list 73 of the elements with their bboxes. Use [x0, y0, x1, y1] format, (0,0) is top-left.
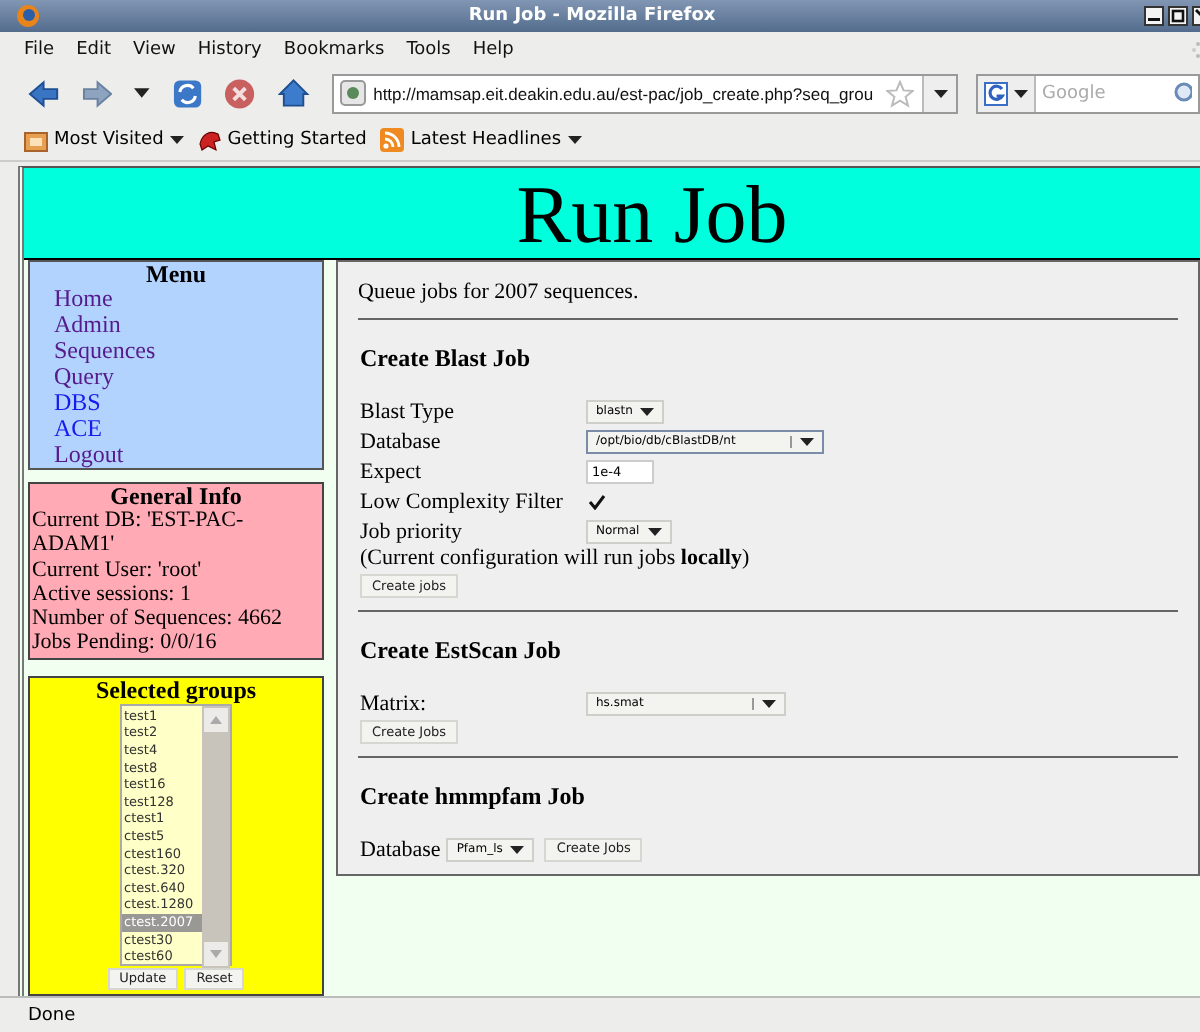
status-text: Done [28, 1005, 76, 1025]
maximize-icon[interactable] [1168, 6, 1188, 26]
minimize-icon[interactable] [1144, 6, 1164, 26]
creature-icon [197, 127, 222, 151]
check-icon [587, 493, 605, 509]
field-label: Low Complexity Filter [360, 489, 565, 513]
nav-link[interactable]: DBS [30, 390, 101, 416]
caret-icon [800, 437, 814, 445]
close-icon[interactable] [1192, 6, 1200, 26]
stop-icon[interactable] [224, 77, 257, 109]
field-label: Database [360, 429, 443, 453]
section-heading: Create EstScan Job [360, 636, 563, 664]
page-heading: Run Job [24, 168, 1200, 260]
field-label: Expect [360, 459, 424, 483]
letter-g-logo-icon [984, 81, 1009, 105]
info-text: Active sessions: 1 [30, 581, 193, 607]
nav-link[interactable]: ACE [30, 416, 102, 442]
panel-title: General Info [108, 484, 244, 508]
nav-link[interactable]: Admin [30, 312, 121, 338]
nav-link[interactable]: Home [30, 286, 113, 312]
folder-icon [24, 127, 48, 151]
search-engine-button[interactable] [978, 75, 1037, 111]
rss-feed-icon [380, 127, 405, 151]
bookmark-item[interactable]: Most Visited [24, 127, 184, 151]
dropdown-button[interactable] [922, 75, 957, 111]
caret-icon [933, 89, 948, 97]
window-title: Run Job - Mozilla Firefox [466, 6, 718, 26]
url-text: http://mamsap.eit.deakin.edu.au/est-pac/job_create.php?seq_grou [373, 83, 876, 103]
home-icon[interactable] [278, 78, 310, 108]
caret-icon [762, 699, 776, 707]
bookmark-item[interactable]: Getting Started [197, 127, 367, 151]
section-heading: Create Blast Job [360, 344, 533, 372]
field-label: Matrix: [360, 691, 428, 715]
menu-item[interactable]: View [133, 40, 176, 60]
info-text: Current DB: 'EST-PAC-ADAM1' [30, 508, 246, 558]
nav-link[interactable]: Sequences [30, 338, 156, 364]
checkbox[interactable] [586, 491, 606, 511]
caret-icon [1014, 89, 1029, 97]
panel-title: Menu [144, 262, 208, 286]
menu-item[interactable]: Tools [406, 40, 451, 60]
site-identity-icon[interactable] [339, 80, 366, 106]
back-arrow-icon[interactable] [28, 79, 60, 107]
info-text: Jobs Pending: 0/0/16 [30, 630, 219, 656]
menu-item[interactable]: Bookmarks [283, 40, 385, 60]
caret-icon [647, 527, 662, 535]
panel-title: Selected groups [95, 677, 257, 702]
menu-item[interactable]: History [197, 40, 262, 60]
menu-item[interactable]: File [24, 40, 55, 60]
caret-icon [510, 845, 525, 853]
menu-item[interactable]: Edit [76, 40, 111, 60]
field-label: Blast Type [360, 399, 456, 423]
nav-link[interactable]: Query [30, 364, 114, 390]
info-text: Number of Sequences: 4662 [30, 606, 284, 631]
browser-logo-icon [16, 4, 40, 28]
section-heading: Create hmmpfam Job [360, 782, 587, 810]
bookmark-item[interactable]: Latest Headlines [380, 127, 582, 151]
field-label: Database [360, 837, 441, 861]
caret-icon[interactable] [134, 88, 150, 98]
loading-icon [1188, 38, 1200, 62]
reload-icon[interactable] [171, 77, 203, 109]
field-label: Job priority [360, 519, 465, 543]
info-text: Current User: 'root' [30, 557, 204, 582]
menu-item[interactable]: Help [472, 40, 514, 60]
search-icon[interactable] [1172, 81, 1193, 105]
intro-text: Queue jobs for 2007 sequences. [358, 278, 641, 306]
star-icon[interactable] [886, 79, 915, 107]
forward-arrow-icon[interactable] [81, 79, 113, 107]
search-box[interactable]: Google [976, 73, 1200, 113]
address-bar[interactable]: http://mamsap.eit.deakin.edu.au/est-pac/job_create.php?seq_grou [331, 73, 959, 113]
note-text: (Current configuration will run jobs locally) [360, 546, 750, 572]
nav-link[interactable]: Logout [30, 442, 124, 468]
caret-icon [640, 407, 655, 415]
scrollbar-drawing[interactable] [202, 705, 230, 968]
